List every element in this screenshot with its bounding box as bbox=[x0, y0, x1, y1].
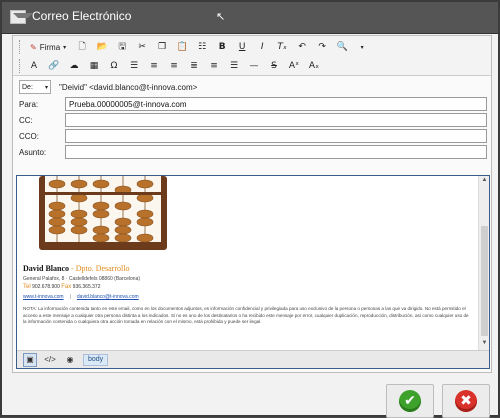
align-center-icon[interactable]: ≣ bbox=[186, 58, 202, 74]
cc-input[interactable] bbox=[65, 113, 487, 127]
para-row: Para: bbox=[19, 97, 487, 111]
signature-address: General Palafox, 8 · Castelldefels 08860… bbox=[23, 276, 141, 282]
asunto-input[interactable] bbox=[65, 145, 487, 159]
para-input[interactable] bbox=[65, 97, 487, 111]
toolbar-row-2: A 🔗 ☁ ▦ Ω ☰ ≡ ≡ ≣ ≡ ☰ — S Aˣ Aₓ bbox=[19, 57, 322, 75]
editor-statusbar: ▣ </> ◉ body bbox=[17, 350, 489, 368]
numbered-list-icon[interactable]: ☰ bbox=[126, 58, 142, 74]
signature-department: Dpto. Desarrollo bbox=[75, 264, 130, 273]
message-body-editor[interactable]: David Blanco - Dpto. Desarrollo General … bbox=[16, 175, 490, 369]
design-view-icon[interactable]: ▣ bbox=[23, 352, 37, 367]
new-document-icon[interactable]: 🗋 bbox=[74, 39, 90, 55]
source-view-icon[interactable]: </> bbox=[43, 353, 57, 367]
signature-icon: ✎ bbox=[30, 42, 37, 52]
from-row: De: ▾ "Deivid" <david.blanco@t-innova.co… bbox=[19, 80, 197, 94]
title-bar[interactable]: Correo Electrónico ↖ bbox=[2, 2, 498, 34]
redo-icon[interactable]: ↷ bbox=[314, 39, 330, 55]
cut-icon[interactable]: ✂ bbox=[134, 39, 150, 55]
special-char-icon[interactable]: Ω bbox=[106, 58, 122, 74]
horizontal-rule-icon[interactable]: — bbox=[246, 58, 262, 74]
abacus-image bbox=[39, 176, 167, 250]
cco-input[interactable] bbox=[65, 129, 487, 143]
email-link[interactable]: david.blanco@t-innova.com bbox=[77, 294, 139, 300]
cancel-button[interactable]: ✖ bbox=[442, 384, 490, 418]
scroll-down-icon[interactable]: ▼ bbox=[480, 340, 489, 349]
email-editor: ✎ Firma ▾ 🗋 📂 🖫 ✂ ❐ 📋 ☷ B U I Tₓ ↶ ↷ 🔍 ▾ bbox=[12, 35, 492, 373]
fax-value: 936.365.372 bbox=[72, 284, 101, 290]
chevron-down-icon[interactable]: ▾ bbox=[354, 39, 370, 55]
asunto-label: Asunto: bbox=[19, 147, 47, 157]
toolbar-grip bbox=[19, 59, 22, 73]
cc-row: CC: bbox=[19, 113, 487, 127]
signature-name-line: David Blanco - Dpto. Desarrollo bbox=[23, 264, 129, 273]
fax-label: Fax bbox=[61, 284, 72, 290]
save-icon[interactable]: 🖫 bbox=[114, 39, 130, 55]
accept-button[interactable]: ✔ bbox=[386, 384, 434, 418]
italic-icon[interactable]: I bbox=[254, 39, 270, 55]
unlink-icon[interactable]: ☁ bbox=[66, 58, 82, 74]
paste-icon[interactable]: 📋 bbox=[174, 39, 190, 55]
link-icon[interactable]: 🔗 bbox=[46, 58, 62, 74]
mouse-cursor-icon: ↖ bbox=[216, 11, 226, 23]
firma-label: Firma bbox=[39, 42, 61, 52]
paste-text-icon[interactable]: ☷ bbox=[194, 39, 210, 55]
chevron-down-icon: ▾ bbox=[44, 84, 48, 91]
email-window: Correo Electrónico ↖ ✎ Firma ▾ 🗋 📂 🖫 ✂ ❐… bbox=[0, 0, 500, 418]
underline-icon[interactable]: U bbox=[234, 39, 250, 55]
cco-row: CCO: bbox=[19, 129, 487, 143]
para-label: Para: bbox=[19, 99, 39, 109]
justify-icon[interactable]: ☰ bbox=[226, 58, 242, 74]
bold-icon[interactable]: B bbox=[214, 39, 230, 55]
mail-icon bbox=[10, 10, 33, 24]
subscript-icon[interactable]: Aₓ bbox=[306, 58, 322, 74]
link-separator: | bbox=[69, 294, 71, 300]
message-body-content[interactable]: David Blanco - Dpto. Desarrollo General … bbox=[17, 176, 479, 350]
signature-separator: - bbox=[69, 264, 76, 273]
preview-eye-icon[interactable]: ◉ bbox=[63, 353, 77, 367]
cco-label: CCO: bbox=[19, 131, 39, 141]
toolbar-row-1: ✎ Firma ▾ 🗋 📂 🖫 ✂ ❐ 📋 ☷ B U I Tₓ ↶ ↷ 🔍 ▾ bbox=[19, 38, 370, 56]
element-path-tag[interactable]: body bbox=[83, 353, 109, 366]
font-icon[interactable]: A bbox=[26, 58, 42, 74]
editor-toolbar: ✎ Firma ▾ 🗋 📂 🖫 ✂ ❐ 📋 ☷ B U I Tₓ ↶ ↷ 🔍 ▾ bbox=[13, 36, 491, 76]
signature-name: David Blanco bbox=[23, 264, 70, 273]
close-icon: ✖ bbox=[455, 390, 477, 412]
scroll-thumb[interactable] bbox=[481, 226, 488, 336]
table-icon[interactable]: ▦ bbox=[86, 58, 102, 74]
firma-dropdown[interactable]: ✎ Firma ▾ bbox=[26, 39, 70, 55]
toolbar-grip bbox=[19, 40, 22, 54]
from-select[interactable]: De: ▾ bbox=[19, 80, 51, 94]
asunto-row: Asunto: bbox=[19, 145, 487, 159]
from-address: "Deivid" <david.blanco@t-innova.com> bbox=[59, 82, 198, 92]
tel-value: 902.678.900 bbox=[32, 284, 60, 290]
scroll-up-icon[interactable]: ▲ bbox=[480, 177, 489, 186]
from-select-label: De: bbox=[22, 83, 33, 91]
window-title: Correo Electrónico bbox=[32, 9, 132, 23]
remove-format-icon[interactable]: Tₓ bbox=[274, 39, 290, 55]
chevron-down-icon: ▾ bbox=[63, 44, 67, 51]
copy-icon[interactable]: ❐ bbox=[154, 39, 170, 55]
open-folder-icon[interactable]: 📂 bbox=[94, 39, 110, 55]
find-icon[interactable]: 🔍 bbox=[334, 39, 350, 55]
bulleted-list-icon[interactable]: ≡ bbox=[146, 58, 162, 74]
vertical-scrollbar[interactable]: ▲ ▼ bbox=[478, 176, 489, 350]
strikethrough-icon[interactable]: S bbox=[266, 58, 282, 74]
legal-notice: NOTA: La información contenida tanto en … bbox=[23, 306, 469, 325]
checkmark-icon: ✔ bbox=[399, 390, 421, 412]
cc-label: CC: bbox=[19, 115, 33, 125]
superscript-icon[interactable]: Aˣ bbox=[286, 58, 302, 74]
tel-label: Tel bbox=[23, 284, 31, 290]
signature-links: www.t-innova.com | david.blanco@t-innova… bbox=[23, 294, 139, 300]
website-link[interactable]: www.t-innova.com bbox=[23, 294, 64, 300]
signature-phone-line: Tel 902.678.900 Fax 936.365.372 bbox=[23, 284, 100, 290]
align-right-icon[interactable]: ≡ bbox=[206, 58, 222, 74]
align-left-icon[interactable]: ≡ bbox=[166, 58, 182, 74]
undo-icon[interactable]: ↶ bbox=[294, 39, 310, 55]
dialog-buttons: ✔ ✖ bbox=[2, 375, 498, 418]
